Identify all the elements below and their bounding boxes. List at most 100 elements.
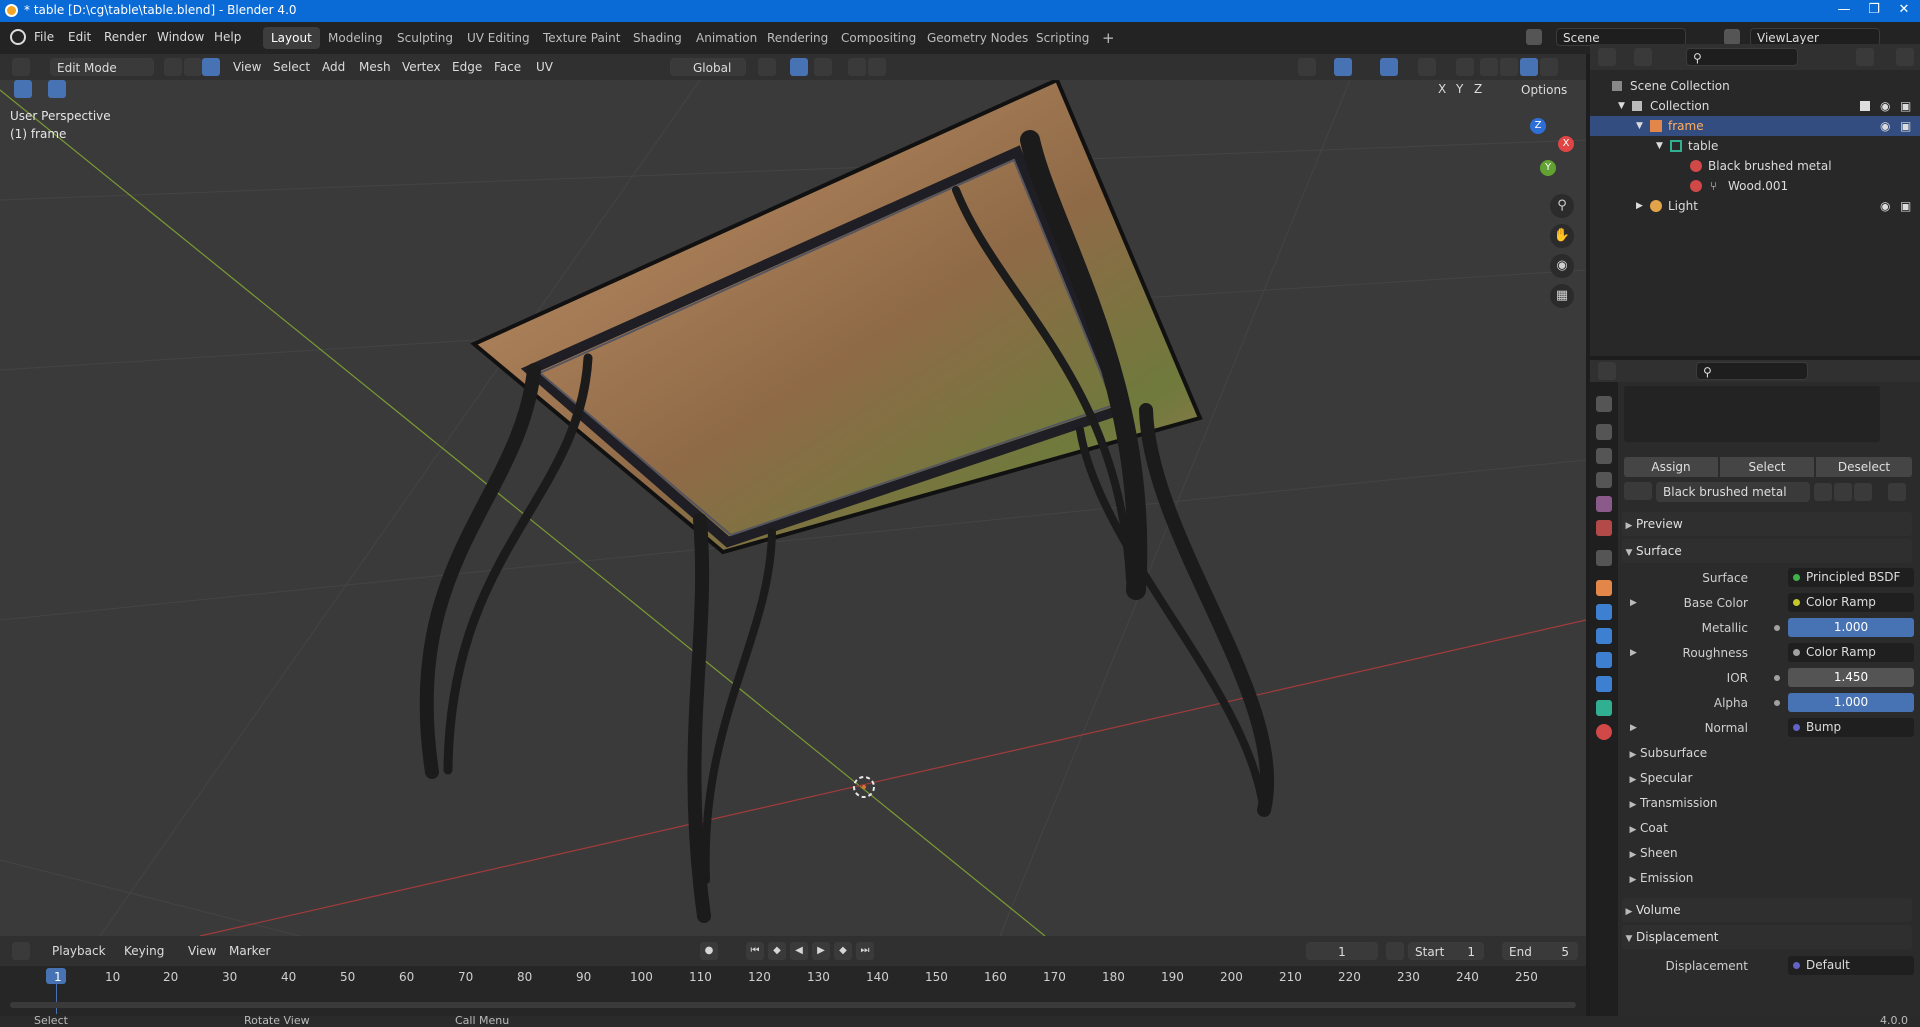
timeline-scrollbar[interactable] [10,1002,1576,1008]
end-frame-field[interactable]: End 5 [1502,942,1578,960]
menu-select[interactable]: Select [273,57,310,77]
preview-panel-header[interactable]: ▶ Preview [1622,512,1912,536]
constraints-tab-icon[interactable] [1596,676,1612,692]
visibility-icon[interactable] [1298,58,1316,76]
tool-tab-icon[interactable] [1596,396,1612,412]
render-tab-icon[interactable] [1596,424,1612,440]
display-mode-icon[interactable] [1634,48,1652,66]
overlay-toggle-icon[interactable] [1380,58,1398,76]
menu-edge[interactable]: Edge [452,57,482,77]
tab-scripting[interactable]: Scripting [1028,27,1097,49]
outliner-row-scene-collection[interactable]: Scene Collection [1590,76,1920,96]
menu-timeline-view[interactable]: View [188,941,216,961]
eye-icon[interactable]: ◉ [1880,196,1890,216]
add-workspace-button[interactable]: + [1094,27,1123,49]
menu-playback[interactable]: Playback [52,941,106,961]
view-layer-icon[interactable] [1724,29,1740,45]
displacement-field[interactable]: Default [1788,956,1914,975]
editor-type-icon[interactable] [12,58,30,76]
expand-icon[interactable]: ▼ [1636,116,1643,136]
select-tool-icon[interactable] [14,80,32,98]
current-frame-field[interactable]: 1 [1306,942,1378,960]
play-icon[interactable]: ▶ [812,942,830,960]
menu-render[interactable]: Render [104,30,147,44]
mesh-overlay-icon[interactable] [1418,58,1436,76]
menu-edit[interactable]: Edit [68,30,91,44]
menu-add[interactable]: Add [322,57,345,77]
select-subtract-icon[interactable] [88,80,106,98]
expand-icon[interactable]: ▶ [1630,641,1637,665]
expand-icon[interactable]: ▼ [1618,96,1625,116]
select-new-icon[interactable] [48,80,66,98]
outliner-row-table[interactable]: ▼ table [1590,136,1920,156]
volume-panel-header[interactable]: ▶ Volume [1622,898,1912,922]
jump-end-icon[interactable]: ⏭ [856,942,874,960]
roughness-field[interactable]: Color Ramp [1788,643,1914,662]
blender-menu-icon[interactable] [10,29,26,45]
outliner-row-collection[interactable]: ▼ Collection ◉ ▣ [1590,96,1920,116]
menu-mesh[interactable]: Mesh [359,57,391,77]
mode-selector[interactable]: Edit Mode [50,58,154,76]
fake-user-icon[interactable] [1814,483,1832,501]
normal-field[interactable]: Bump [1788,718,1914,737]
collection-tab-icon[interactable] [1596,550,1612,566]
displacement-panel-header[interactable]: ▼ Displacement [1622,925,1912,949]
properties-search-input[interactable]: ⚲ [1696,362,1808,380]
sheen-subpanel[interactable]: ▶ Sheen [1622,841,1912,865]
tab-layout[interactable]: Layout [263,27,320,49]
zoom-icon[interactable]: ⚲ [1550,194,1574,218]
world-tab-icon[interactable] [1596,520,1612,536]
mirror-axis-icon[interactable] [1414,80,1432,98]
base-color-field[interactable]: Color Ramp [1788,593,1914,612]
mirror-y-toggle[interactable]: Y [1456,80,1463,99]
scene-tab-icon[interactable] [1596,496,1612,512]
tab-sculpting[interactable]: Sculpting [389,27,461,49]
snap-icon[interactable] [790,58,808,76]
3d-viewport[interactable]: User Perspective (1) frame X Y Z Options… [0,80,1586,936]
outliner-row-light[interactable]: ▶ Light ◉ ▣ [1590,196,1920,216]
scene-icon[interactable] [1526,29,1542,45]
gizmo-x-icon[interactable]: X [1558,136,1574,152]
browse-material-icon[interactable] [1624,482,1652,500]
filter-icon[interactable] [1856,48,1874,66]
mirror-x-toggle[interactable]: X [1438,80,1446,99]
object-tab-icon[interactable] [1596,580,1612,596]
jump-start-icon[interactable]: ⏮ [746,942,764,960]
rendered-shading-icon[interactable] [1540,58,1558,76]
timeline-editor-icon[interactable] [12,942,30,960]
menu-marker[interactable]: Marker [229,941,270,961]
tab-uv-editing[interactable]: UV Editing [459,27,538,49]
select-button[interactable]: Select [1720,457,1814,477]
coat-subpanel[interactable]: ▶ Coat [1622,816,1912,840]
vertex-select-icon[interactable] [164,58,182,76]
select-invert-icon[interactable] [108,80,126,98]
view-layer-tab-icon[interactable] [1596,472,1612,488]
play-reverse-icon[interactable]: ◀ [790,942,808,960]
menu-keying[interactable]: Keying [124,941,164,961]
material-filter-icon[interactable] [1888,483,1906,501]
outliner-row-black-brushed-metal[interactable]: Black brushed metal [1590,156,1920,176]
next-keyframe-icon[interactable]: ◆ [834,942,852,960]
close-button[interactable]: ✕ [1884,2,1920,20]
new-collection-icon[interactable] [1896,48,1914,66]
surface-shader-field[interactable]: Principled BSDF [1788,568,1914,587]
gizmo-toggle-icon[interactable] [1334,58,1352,76]
outliner-row-frame[interactable]: ▼ frame ◉ ▣ [1590,116,1920,136]
camera-icon[interactable]: ▣ [1900,96,1911,116]
deselect-button[interactable]: Deselect [1816,457,1912,477]
material-name-field[interactable]: Black brushed metal [1656,482,1810,502]
menu-file[interactable]: File [34,30,54,44]
modifier-tab-icon[interactable] [1596,604,1612,620]
prev-keyframe-icon[interactable]: ◆ [768,942,786,960]
camera-view-icon[interactable]: ◉ [1550,254,1574,278]
menu-face[interactable]: Face [494,57,521,77]
timeline[interactable]: 1 10 20 30 40 50 60 70 80 90 100 110 120… [0,966,1586,1016]
gizmo-y-icon[interactable]: Y [1540,160,1556,176]
menu-window[interactable]: Window [157,30,204,44]
tab-modeling[interactable]: Modeling [320,27,391,49]
tab-animation[interactable]: Animation [688,27,765,49]
expand-icon[interactable]: ▶ [1630,716,1637,740]
ortho-toggle-icon[interactable]: ▦ [1550,284,1574,308]
mirror-z-toggle[interactable]: Z [1474,80,1482,99]
wireframe-shading-icon[interactable] [1480,58,1498,76]
